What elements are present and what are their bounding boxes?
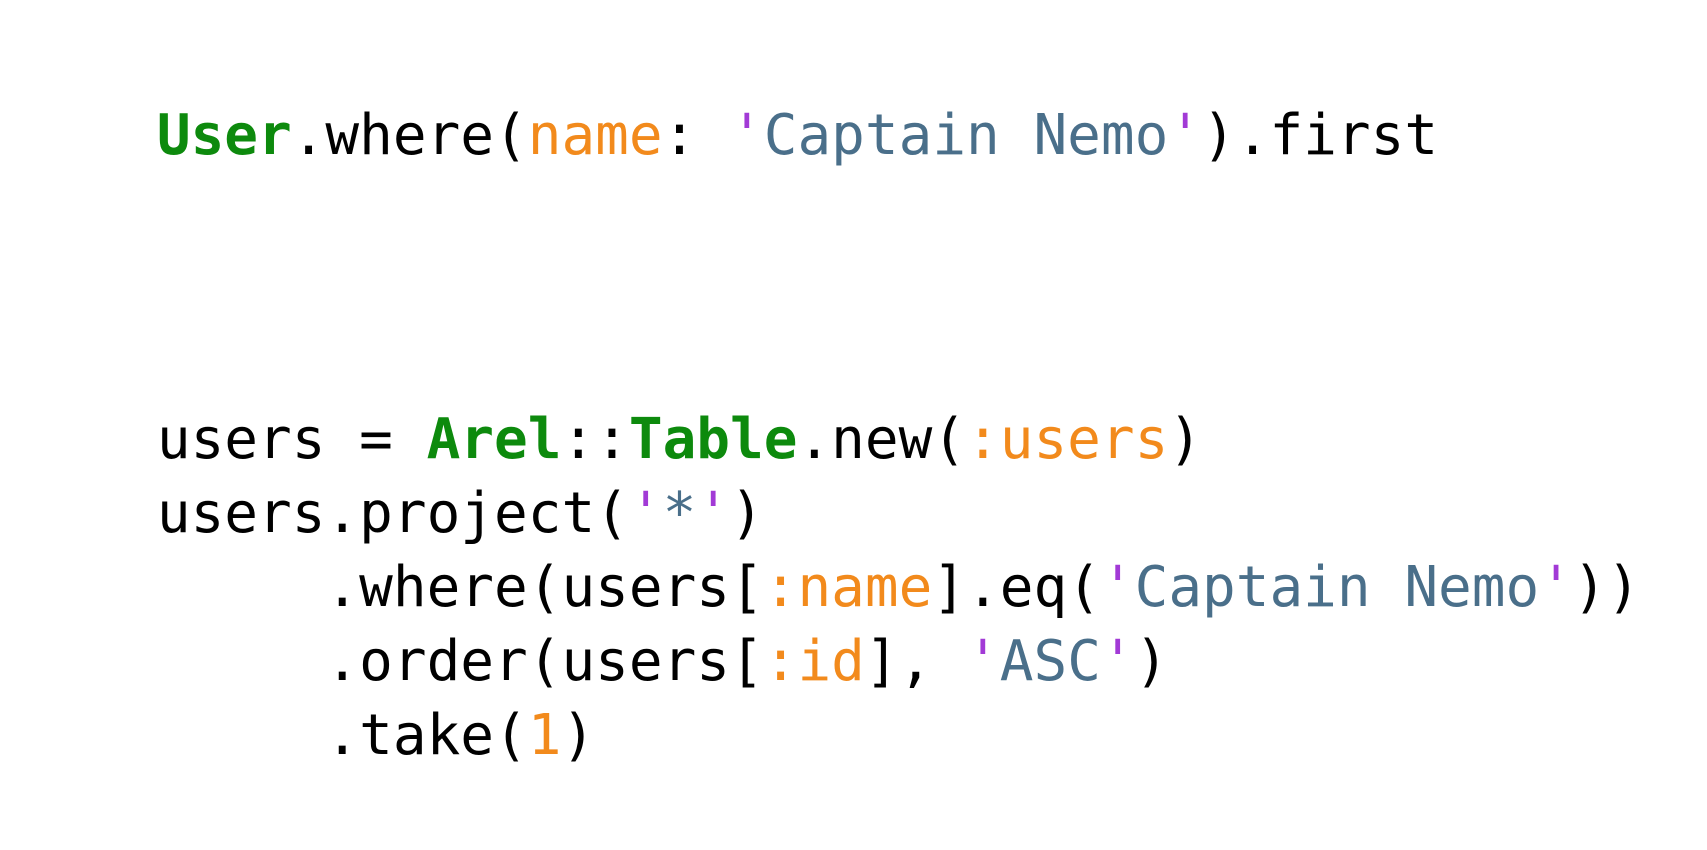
token: '	[966, 629, 1000, 694]
token: '	[1168, 103, 1203, 168]
code-line-where: .where(users[:name].eq('Captain Nemo'))	[22, 474, 1640, 620]
token: name	[527, 103, 663, 168]
token: Captain Nemo	[763, 103, 1169, 168]
code-block: User.where(name: 'Captain Nemo').first u…	[22, 0, 1702, 780]
code-line-project: users.project('*')	[22, 400, 764, 546]
token: '	[1539, 555, 1573, 620]
token: Captain Nemo	[1134, 555, 1540, 620]
code-line-arel-table: users = Arel::Table.new(:users)	[22, 326, 1202, 472]
token: :users	[966, 407, 1169, 472]
token: User	[156, 103, 292, 168]
token: :id	[763, 629, 865, 694]
token: ))	[1572, 555, 1641, 620]
token: )	[1168, 407, 1203, 472]
code-line-order: .order(users[:id], 'ASC')	[22, 548, 1168, 694]
token: 1	[527, 703, 562, 768]
token: ],	[864, 629, 967, 694]
token: .new(	[797, 407, 967, 472]
token: ASC	[999, 629, 1101, 694]
code-line-take: .take(1)	[22, 622, 595, 768]
token: :	[662, 103, 731, 168]
token: '	[730, 103, 764, 168]
token: '	[1100, 629, 1135, 694]
code-line-active-record: User.where(name: 'Captain Nemo').first	[22, 22, 1438, 168]
token: )	[1134, 629, 1169, 694]
token: ).first	[1202, 103, 1439, 168]
token: .take(	[156, 703, 528, 768]
token: )	[561, 703, 596, 768]
token: .where(	[291, 103, 528, 168]
